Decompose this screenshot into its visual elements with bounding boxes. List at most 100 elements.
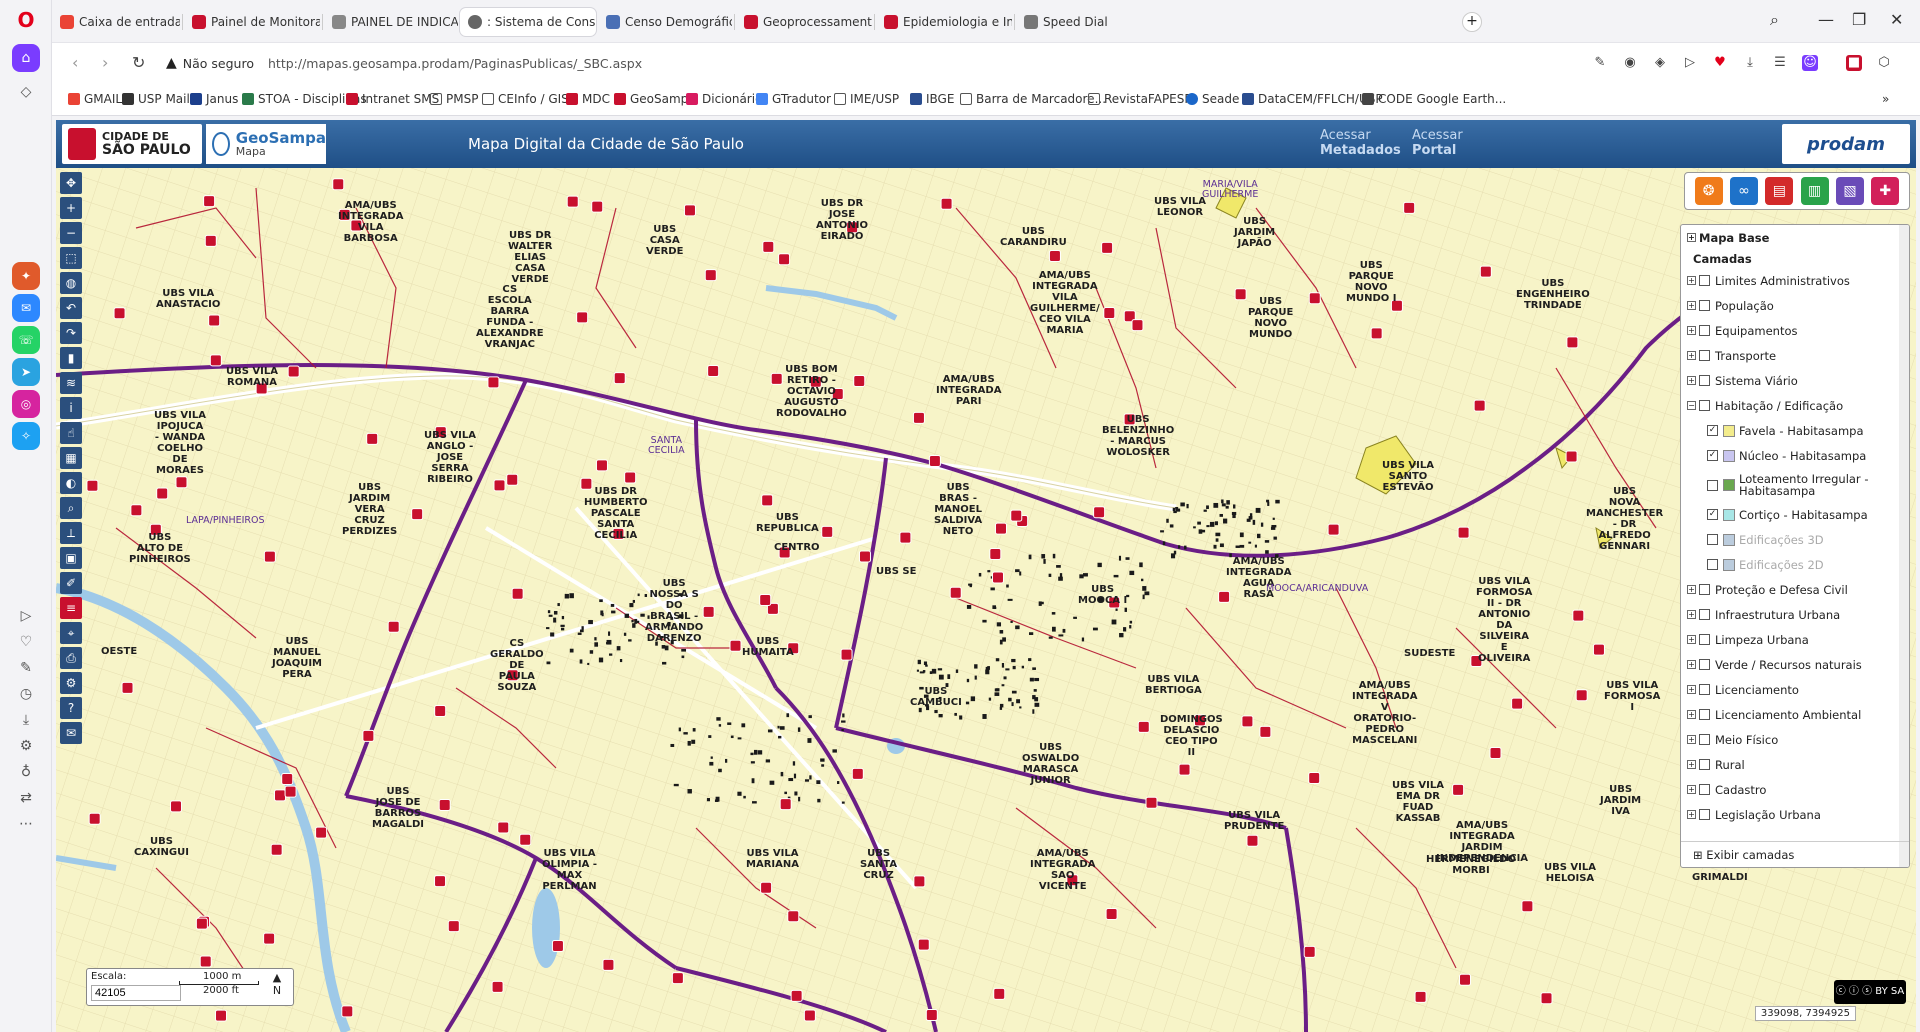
health-unit-marker[interactable] <box>1241 715 1254 728</box>
binoculars-icon[interactable]: ∞ <box>1729 177 1758 205</box>
health-unit-marker[interactable] <box>519 833 532 846</box>
zoom-box-icon[interactable]: ⬚ <box>60 247 82 269</box>
bookmark-icon[interactable]: ▮ <box>60 347 82 369</box>
checkbox[interactable] <box>1699 584 1710 595</box>
checkbox[interactable] <box>1699 784 1710 795</box>
crosshair-icon[interactable]: ⌖ <box>60 622 82 644</box>
tab-censo[interactable]: Censo Demográfico 2022 <box>598 8 732 36</box>
health-theme-icon[interactable]: ✚ <box>1871 177 1900 205</box>
health-unit-marker[interactable] <box>1511 697 1524 710</box>
checkbox[interactable] <box>1699 659 1710 670</box>
health-unit-marker[interactable] <box>1459 973 1472 986</box>
twitter-icon[interactable]: ✧ <box>12 422 40 450</box>
health-unit-marker[interactable] <box>1370 327 1383 340</box>
health-unit-marker[interactable] <box>787 910 800 923</box>
bookmark-fapesp[interactable]: RevistaFAPESP <box>1088 92 1192 106</box>
layer-group-item[interactable]: + Legislação Urbana <box>1681 802 1909 827</box>
edit-page-icon[interactable]: ✎ <box>1592 55 1608 71</box>
translate-icon[interactable]: ⇄ <box>12 784 40 812</box>
heart-icon[interactable]: ♡ <box>12 628 40 656</box>
layers-icon[interactable]: ≋ <box>60 372 82 394</box>
sublayer-item[interactable]: Loteamento Irregular - Habitasampa <box>1681 468 1909 502</box>
checkbox[interactable]: ✓ <box>1707 509 1718 520</box>
camera-icon[interactable]: ◉ <box>1622 55 1638 71</box>
health-unit-marker[interactable] <box>86 479 99 492</box>
health-unit-marker[interactable] <box>1131 319 1144 332</box>
health-unit-marker[interactable] <box>840 648 853 661</box>
checkbox[interactable] <box>1699 684 1710 695</box>
health-unit-marker[interactable] <box>434 875 447 888</box>
health-unit-marker[interactable] <box>761 494 774 507</box>
bookmark-barra[interactable]: Barra de Marcadore... <box>960 92 1106 106</box>
health-unit-marker[interactable] <box>853 374 866 387</box>
health-unit-marker[interactable] <box>1101 241 1114 254</box>
health-unit-marker[interactable] <box>175 476 188 489</box>
health-unit-marker[interactable] <box>1565 450 1578 463</box>
health-unit-marker[interactable] <box>204 234 217 247</box>
panel-scrollbar[interactable] <box>1899 225 1909 867</box>
health-unit-marker[interactable] <box>704 269 717 282</box>
transport-theme-icon[interactable]: ▤ <box>1765 177 1794 205</box>
health-unit-marker[interactable] <box>683 204 696 217</box>
health-unit-marker[interactable] <box>778 253 791 266</box>
health-unit-marker[interactable] <box>263 932 276 945</box>
population-theme-icon[interactable]: ❂ <box>1694 177 1723 205</box>
whatsapp-icon[interactable]: ☏ <box>12 326 40 354</box>
checkbox[interactable] <box>1699 375 1710 386</box>
health-unit-marker[interactable] <box>803 1009 816 1022</box>
health-unit-marker[interactable] <box>1308 772 1321 785</box>
health-unit-marker[interactable] <box>366 432 379 445</box>
checkbox[interactable]: ✓ <box>1707 450 1718 461</box>
street-view-icon[interactable]: ◐ <box>60 472 82 494</box>
health-unit-marker[interactable] <box>591 200 604 213</box>
bookmark-gtradutor[interactable]: GTradutor <box>756 92 831 106</box>
bookmark-geosampa[interactable]: GeoSampa <box>614 92 696 106</box>
send-icon[interactable]: ▷ <box>1682 55 1698 71</box>
messenger-icon[interactable]: ✉ <box>12 294 40 322</box>
health-unit-marker[interactable] <box>199 955 212 968</box>
layer-group-item[interactable]: + Licenciamento Ambiental <box>1681 702 1909 727</box>
health-unit-marker[interactable] <box>1457 526 1470 539</box>
globe-icon[interactable]: ◍ <box>60 272 82 294</box>
health-unit-marker[interactable] <box>1246 834 1259 847</box>
more-icon[interactable]: ⋯ <box>12 810 40 838</box>
health-unit-marker[interactable] <box>1137 720 1150 733</box>
health-unit-marker[interactable] <box>491 980 504 993</box>
health-unit-marker[interactable] <box>215 1009 228 1022</box>
bookmark-gmail[interactable]: GMAIL <box>68 92 122 106</box>
bookmark-ime[interactable]: IME/USP <box>834 92 899 106</box>
health-unit-marker[interactable] <box>88 812 101 825</box>
checkbox[interactable] <box>1699 759 1710 770</box>
sublayer-item[interactable]: ✓ Núcleo - Habitasampa <box>1681 443 1909 468</box>
health-unit-marker[interactable] <box>760 881 773 894</box>
health-unit-marker[interactable] <box>281 773 294 786</box>
health-unit-marker[interactable] <box>702 605 715 618</box>
tab-epidemiologia[interactable]: Epidemiologia e Informaç <box>876 8 1012 36</box>
layer-group-item[interactable]: + Limpeza Urbana <box>1681 627 1909 652</box>
health-unit-marker[interactable] <box>949 586 962 599</box>
download-icon[interactable]: ⤓ <box>12 706 40 734</box>
profile-icon[interactable]: ☺ <box>1802 55 1818 71</box>
checkbox[interactable] <box>1699 634 1710 645</box>
checkbox[interactable] <box>1699 734 1710 745</box>
sublayer-item[interactable]: Edificações 2D <box>1681 552 1909 577</box>
health-unit-marker[interactable] <box>1489 746 1502 759</box>
health-unit-marker[interactable] <box>991 571 1004 584</box>
show-layers-button[interactable]: ⊞ Exibir camadas <box>1681 841 1909 867</box>
telegram-icon[interactable]: ➤ <box>12 358 40 386</box>
health-unit-marker[interactable] <box>759 593 772 606</box>
instagram-icon[interactable]: ◎ <box>12 390 40 418</box>
health-unit-marker[interactable] <box>270 843 283 856</box>
edit-icon[interactable]: ✎ <box>12 654 40 682</box>
health-unit-marker[interactable] <box>762 240 775 253</box>
health-unit-marker[interactable] <box>989 548 1002 561</box>
extension-icon[interactable]: ■ <box>1846 55 1862 71</box>
base-map-toggle[interactable]: + Mapa Base <box>1681 225 1909 250</box>
health-unit-marker[interactable] <box>438 799 451 812</box>
health-unit-marker[interactable] <box>362 729 375 742</box>
health-unit-marker[interactable] <box>940 197 953 210</box>
draw-icon[interactable]: ✐ <box>60 572 82 594</box>
pan-icon[interactable]: ✥ <box>60 172 82 194</box>
health-unit-marker[interactable] <box>1479 265 1492 278</box>
layer-group-item[interactable]: + Cadastro <box>1681 777 1909 802</box>
